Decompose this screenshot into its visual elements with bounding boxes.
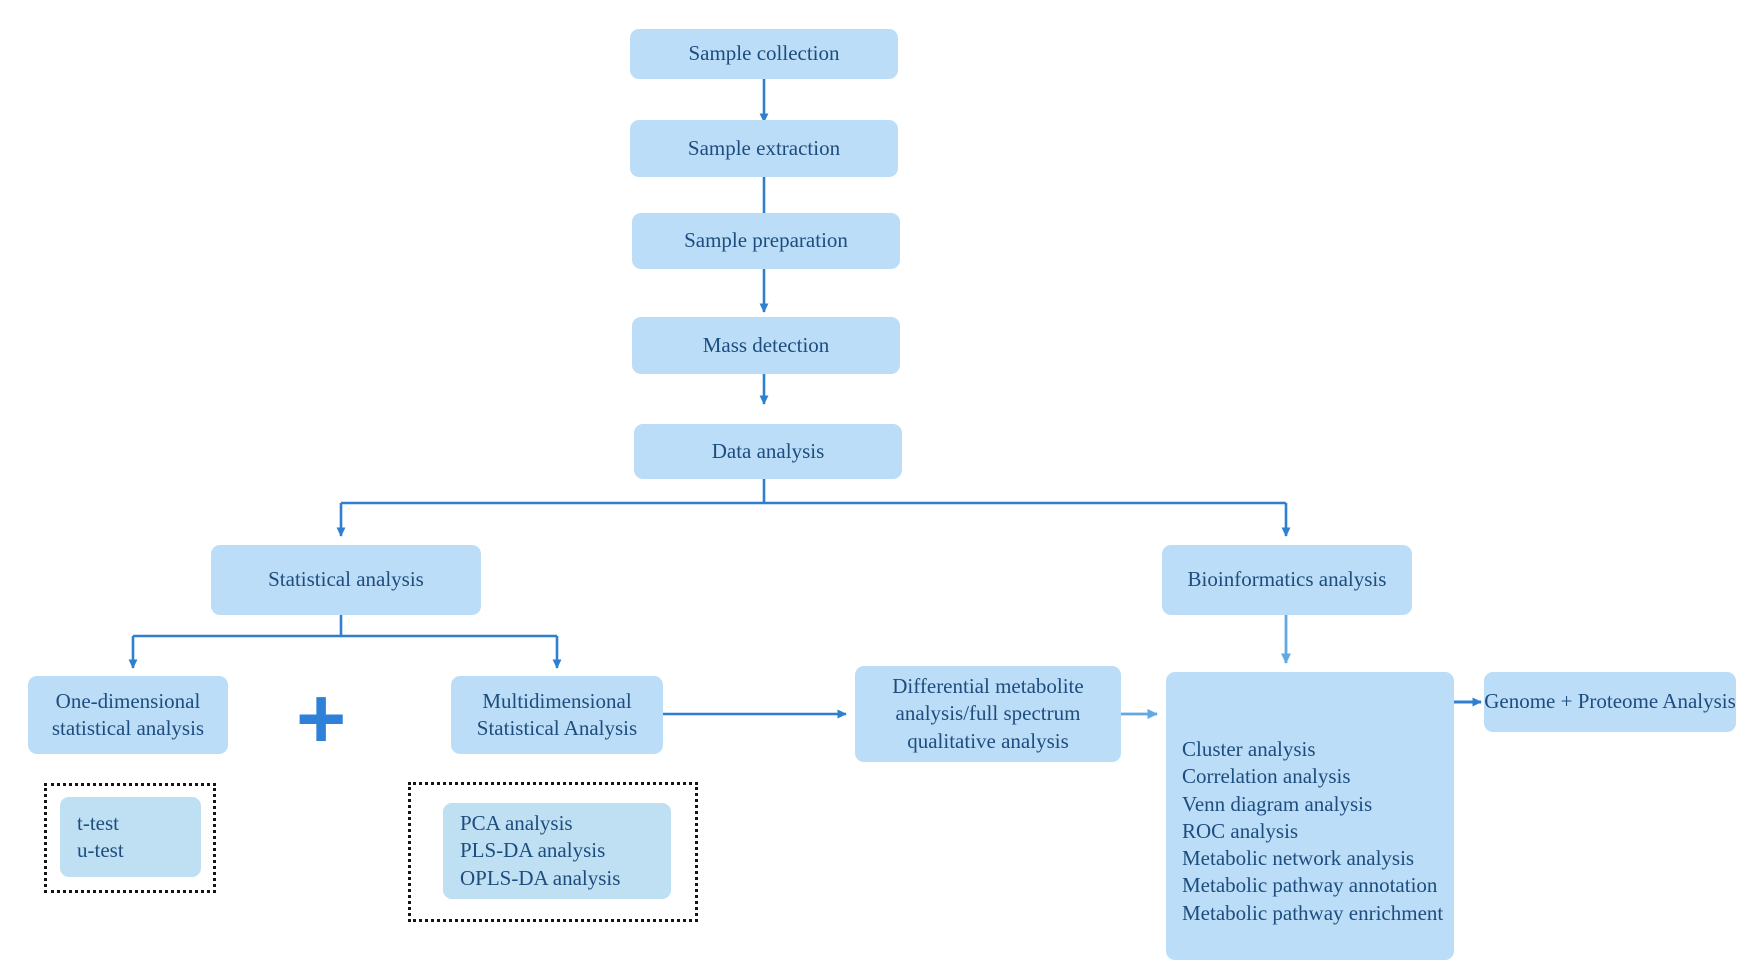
node-bioinformatics-analysis[interactable]: Bioinformatics analysis — [1162, 545, 1412, 615]
node-mass-detection[interactable]: Mass detection — [632, 317, 900, 374]
node-differential-metabolite-analysis[interactable]: Differential metabolite analysis/full sp… — [855, 666, 1121, 762]
node-sample-collection[interactable]: Sample collection — [630, 29, 898, 79]
node-bioinformatics-analysis-label: Bioinformatics analysis — [1187, 567, 1387, 592]
node-differential-line3: qualitative analysis — [907, 728, 1069, 753]
node-one-dimensional-methods[interactable]: t-test u-test — [60, 797, 201, 877]
list-item: Metabolic network analysis — [1182, 846, 1415, 871]
list-item: Venn diagram analysis — [1182, 791, 1373, 816]
node-differential-line1: Differential metabolite — [892, 674, 1084, 699]
node-sample-preparation[interactable]: Sample preparation — [632, 213, 900, 269]
node-one-dimensional-line1: One-dimensional — [55, 688, 201, 713]
node-one-dimensional-line2: statistical analysis — [51, 716, 205, 740]
node-statistical-analysis[interactable]: Statistical analysis — [211, 545, 481, 615]
node-genome-proteome-label: Genome + Proteome Analysis — [1484, 689, 1736, 714]
arrow-statistical-split — [128, 615, 562, 669]
plus-icon: + — [296, 671, 347, 767]
list-item: Metabolic pathway enrichment — [1182, 900, 1444, 925]
node-one-dimensional-statistical-analysis[interactable]: One-dimensional statistical analysis — [28, 676, 228, 754]
list-item: Cluster analysis — [1182, 737, 1316, 761]
node-data-analysis-label: Data analysis — [711, 438, 825, 463]
list-item: PLS-DA analysis — [460, 838, 606, 863]
node-multidimensional-line1: Multidimensional — [482, 688, 632, 713]
node-data-analysis[interactable]: Data analysis — [634, 424, 902, 479]
list-item: OPLS-DA analysis — [460, 865, 621, 890]
flowchart-canvas: Sample collection Sample extraction Samp… — [0, 0, 1764, 973]
list-item: PCA analysis — [460, 811, 573, 836]
node-multidimensional-methods[interactable]: PCA analysis PLS-DA analysis OPLS-DA ana… — [443, 803, 671, 899]
node-multidimensional-line2: Statistical Analysis — [476, 716, 638, 740]
list-item: ROC analysis — [1182, 818, 1299, 843]
node-sample-extraction[interactable]: Sample extraction — [630, 120, 898, 177]
node-statistical-analysis-label: Statistical analysis — [268, 567, 424, 592]
node-sample-extraction-label: Sample extraction — [687, 135, 841, 160]
list-item: Correlation analysis — [1182, 764, 1351, 789]
arrow-dataanalysis-split — [336, 478, 1291, 537]
node-genome-proteome-analysis[interactable]: Genome + Proteome Analysis — [1484, 672, 1736, 732]
list-item: Metabolic pathway annotation — [1182, 873, 1438, 898]
node-bioinformatics-items[interactable]: Cluster analysis Correlation analysis Ve… — [1166, 672, 1454, 960]
node-sample-collection-label: Sample collection — [688, 41, 840, 66]
node-multidimensional-statistical-analysis[interactable]: Multidimensional Statistical Analysis — [451, 676, 663, 754]
list-item: t-test — [77, 810, 119, 835]
list-item: u-test — [77, 838, 124, 862]
node-sample-preparation-label: Sample preparation — [684, 228, 848, 253]
node-mass-detection-label: Mass detection — [702, 332, 830, 357]
node-differential-line2: analysis/full spectrum — [895, 701, 1081, 726]
